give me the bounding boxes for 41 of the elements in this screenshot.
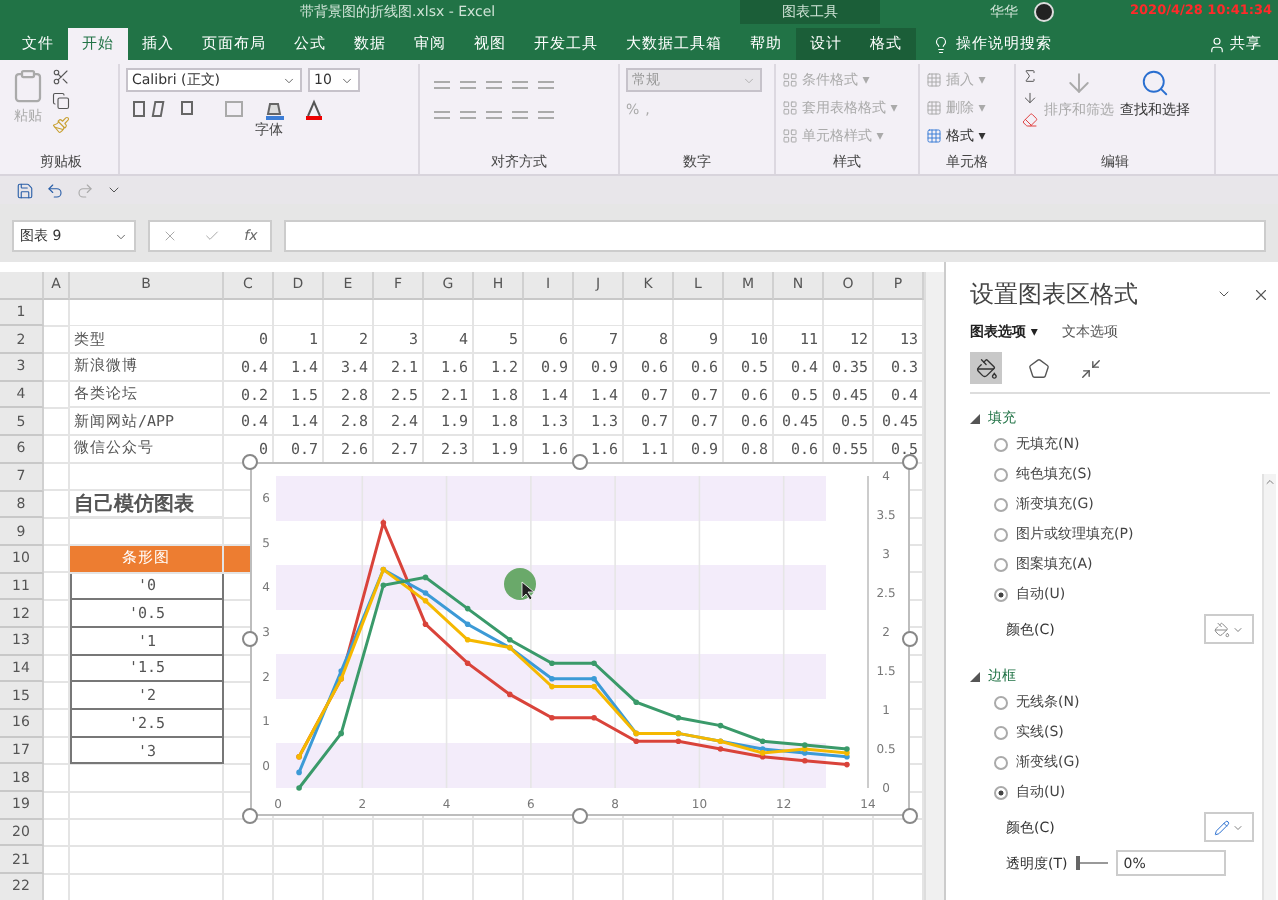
chevron-down-icon[interactable] (282, 73, 296, 87)
expand-triangle-icon[interactable] (970, 671, 980, 681)
sheet-heading: 自己模仿图表 (70, 491, 224, 519)
resize-handle[interactable] (572, 454, 588, 470)
copy-icon[interactable] (52, 92, 70, 110)
resize-handle[interactable] (242, 454, 258, 470)
pane-title: 设置图表区格式 (970, 278, 1138, 312)
resize-handle[interactable] (242, 631, 258, 647)
eraser-icon[interactable] (1022, 112, 1038, 128)
chevron-down-icon[interactable] (114, 229, 128, 243)
fill-down-icon[interactable] (1022, 90, 1038, 106)
color-picker-button[interactable] (1204, 812, 1254, 842)
pencil-icon[interactable] (1214, 819, 1230, 835)
grid-icon[interactable] (926, 127, 942, 143)
resize-handle[interactable] (572, 808, 588, 824)
chevron-down-icon[interactable] (106, 182, 122, 198)
scrollbar[interactable] (924, 272, 944, 900)
mouse-pointer-icon (521, 581, 535, 601)
sigma-icon[interactable] (1022, 68, 1038, 84)
chevron-down-icon[interactable] (1216, 286, 1232, 302)
undo-icon[interactable] (46, 181, 64, 199)
redo-icon[interactable] (76, 181, 94, 199)
chevron-up-icon[interactable] (1264, 476, 1276, 488)
person-icon[interactable] (1208, 35, 1226, 53)
clipboard-icon[interactable] (10, 68, 46, 104)
close-icon[interactable] (1252, 286, 1270, 304)
paintbrush-icon[interactable] (52, 116, 70, 134)
resize-handle[interactable] (902, 454, 918, 470)
scrollbar[interactable] (1262, 474, 1276, 900)
expand-triangle-icon[interactable] (970, 413, 980, 423)
scissors-icon[interactable] (52, 68, 70, 86)
resize-handle[interactable] (902, 631, 918, 647)
chevron-down-icon[interactable] (340, 73, 354, 87)
save-icon[interactable] (16, 181, 34, 199)
lightbulb-icon[interactable] (932, 35, 950, 53)
formula-input[interactable] (284, 220, 1266, 252)
resize-handle[interactable] (242, 808, 258, 824)
resize-handle[interactable] (902, 808, 918, 824)
avatar[interactable] (1034, 2, 1054, 22)
search-icon[interactable] (1140, 68, 1170, 98)
check-icon[interactable] (203, 228, 220, 244)
